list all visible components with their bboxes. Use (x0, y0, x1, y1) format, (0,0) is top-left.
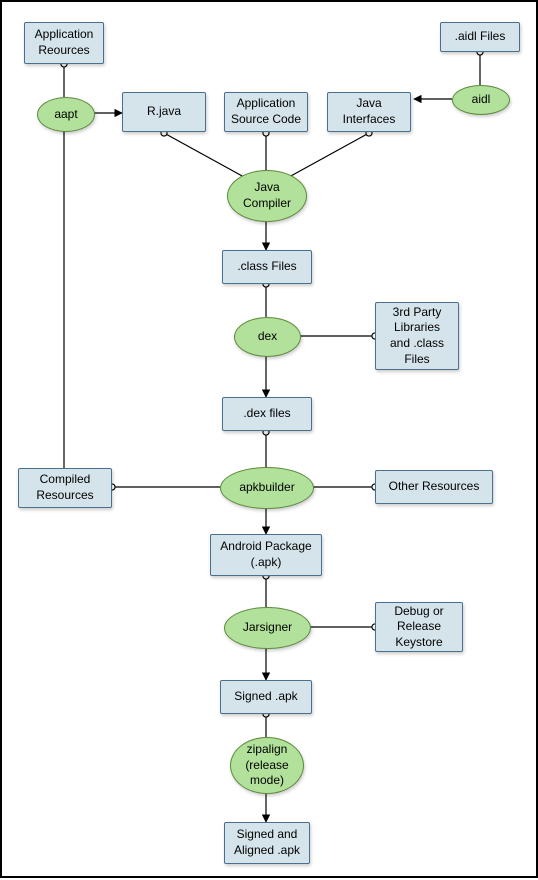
node-other-resources: Other Resources (375, 470, 493, 504)
node-r-java: R.java (122, 92, 206, 132)
node-keystore: Debug orReleaseKeystore (375, 602, 463, 652)
node-aidl-files: .aidl Files (440, 22, 520, 52)
node-aapt: aapt (37, 97, 95, 132)
node-compiled-resources: CompiledResources (18, 468, 112, 508)
node-class-files: .class Files (222, 250, 312, 284)
node-app-resources: ApplicationReources (24, 22, 104, 64)
node-app-src: ApplicationSource Code (224, 92, 308, 132)
node-aidl: aidl (452, 85, 510, 115)
node-java-interfaces: JavaInterfaces (327, 92, 411, 132)
node-signed-apk: Signed .apk (220, 680, 312, 714)
node-third-party: 3rd PartyLibrariesand .classFiles (375, 302, 459, 370)
diagram-canvas: ApplicationReources .aidl Files aapt aid… (0, 0, 538, 878)
node-dex-files: .dex files (222, 397, 312, 431)
node-android-package: Android Package(.apk) (210, 534, 322, 576)
node-jarsigner: Jarsigner (224, 607, 311, 649)
node-signed-aligned: Signed andAligned .apk (224, 822, 310, 864)
node-dex: dex (234, 317, 301, 357)
node-zipalign: zipalign(releasemode) (230, 737, 304, 794)
node-apkbuilder: apkbuilder (220, 467, 314, 509)
node-java-compiler: JavaCompiler (227, 170, 307, 222)
